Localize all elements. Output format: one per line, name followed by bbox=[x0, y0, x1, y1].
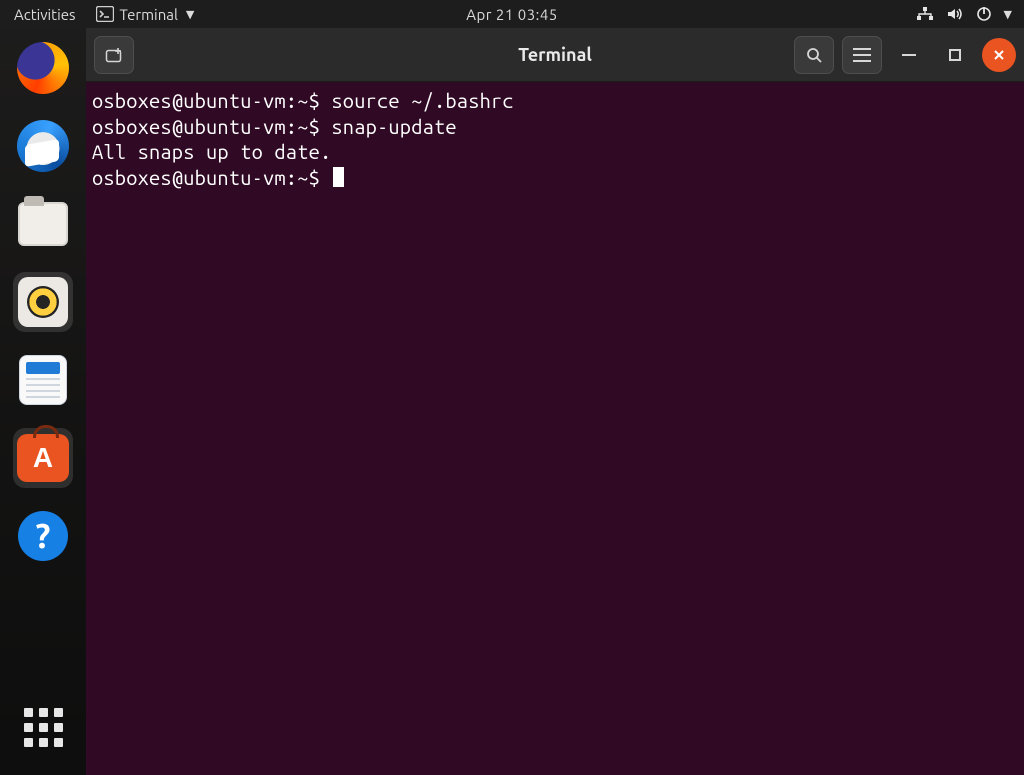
window-titlebar[interactable]: Terminal bbox=[86, 28, 1024, 82]
prompt: osboxes@ubuntu-vm:~$ bbox=[92, 115, 320, 138]
window-title: Terminal bbox=[518, 45, 592, 65]
search-button[interactable] bbox=[794, 36, 834, 74]
system-status-area[interactable]: ▼ bbox=[916, 6, 1016, 22]
output-text: All snaps up to date. bbox=[92, 140, 331, 163]
help-icon: ? bbox=[18, 511, 68, 561]
dock-files[interactable] bbox=[13, 194, 73, 254]
dock-rhythmbox[interactable] bbox=[13, 272, 73, 332]
dock-help[interactable]: ? bbox=[13, 506, 73, 566]
terminal-line: osboxes@ubuntu-vm:~$ bbox=[92, 165, 1018, 191]
terminal-line: osboxes@ubuntu-vm:~$ source ~/.bashrc bbox=[92, 88, 1018, 114]
new-tab-button[interactable] bbox=[94, 36, 134, 74]
terminal-window: Terminal osboxes@ubuntu-vm:~$ source ~/.… bbox=[86, 28, 1024, 775]
files-icon bbox=[18, 202, 68, 246]
rhythmbox-icon bbox=[18, 277, 68, 327]
software-glyph: A bbox=[33, 442, 53, 474]
hamburger-icon bbox=[853, 48, 871, 62]
network-icon bbox=[916, 6, 934, 22]
search-icon bbox=[805, 46, 823, 64]
menu-button[interactable] bbox=[842, 36, 882, 74]
desktop: A ? Ubuntu Software Terminal bbox=[0, 28, 1024, 775]
window-close-button[interactable] bbox=[982, 38, 1016, 72]
dock-ubuntu-software[interactable]: A bbox=[13, 428, 73, 488]
dock-show-applications[interactable] bbox=[13, 697, 73, 757]
dock: A ? bbox=[0, 28, 86, 775]
power-icon bbox=[976, 6, 992, 22]
dock-thunderbird[interactable] bbox=[13, 116, 73, 176]
maximize-icon bbox=[949, 49, 961, 61]
command-text: source ~/.bashrc bbox=[331, 89, 513, 112]
titlebar-right bbox=[794, 36, 1016, 74]
apps-grid-icon bbox=[24, 708, 63, 747]
ubuntu-software-icon: A bbox=[17, 434, 69, 482]
volume-icon bbox=[946, 6, 964, 22]
top-panel-left: Activities Terminal ▼ bbox=[8, 4, 194, 25]
terminal-line: osboxes@ubuntu-vm:~$ snap-update bbox=[92, 114, 1018, 140]
prompt: osboxes@ubuntu-vm:~$ bbox=[92, 166, 320, 189]
new-tab-icon bbox=[104, 46, 124, 64]
firefox-icon bbox=[17, 42, 69, 94]
help-glyph: ? bbox=[36, 517, 51, 555]
writer-icon bbox=[19, 355, 67, 405]
prompt: osboxes@ubuntu-vm:~$ bbox=[92, 89, 320, 112]
cursor bbox=[333, 167, 344, 187]
terminal-small-icon bbox=[96, 6, 114, 22]
close-icon bbox=[992, 48, 1006, 62]
chevron-down-icon: ▼ bbox=[1004, 8, 1012, 21]
window-minimize-button[interactable] bbox=[890, 36, 928, 74]
chevron-down-icon: ▼ bbox=[186, 8, 194, 21]
clock[interactable]: Apr 21 03:45 bbox=[466, 6, 558, 23]
command-text: snap-update bbox=[331, 115, 456, 138]
terminal-body[interactable]: osboxes@ubuntu-vm:~$ source ~/.bashrc os… bbox=[86, 82, 1024, 775]
dock-writer[interactable] bbox=[13, 350, 73, 410]
app-menu-label: Terminal bbox=[120, 6, 178, 23]
thunderbird-icon bbox=[17, 120, 69, 172]
window-maximize-button[interactable] bbox=[936, 36, 974, 74]
activities-button[interactable]: Activities bbox=[8, 4, 82, 25]
top-panel: Activities Terminal ▼ Apr 21 03:45 ▼ bbox=[0, 0, 1024, 28]
minimize-icon bbox=[902, 54, 916, 56]
dock-firefox[interactable] bbox=[13, 38, 73, 98]
app-menu[interactable]: Terminal ▼ bbox=[96, 6, 195, 23]
terminal-line: All snaps up to date. bbox=[92, 139, 1018, 165]
